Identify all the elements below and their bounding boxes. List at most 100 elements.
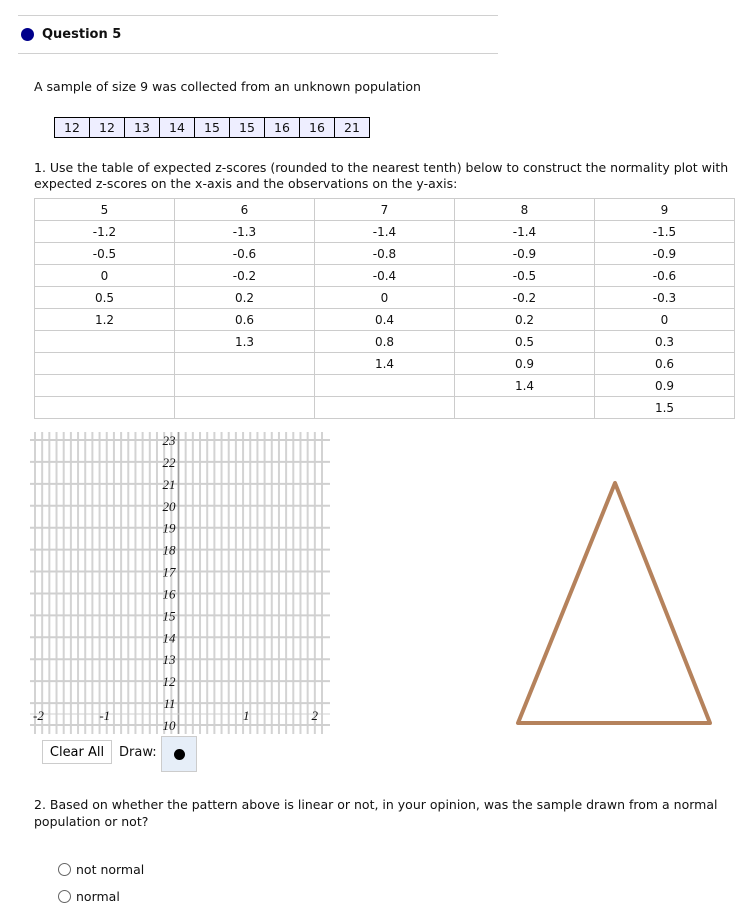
y-tick-label: 13 xyxy=(163,652,177,667)
table-cell: -0.6 xyxy=(174,242,315,265)
sample-value: 21 xyxy=(334,117,370,138)
table-cell: -0.2 xyxy=(174,264,315,287)
sample-value: 13 xyxy=(124,117,160,138)
table-cell: 0.3 xyxy=(594,330,735,353)
normality-plot-graph[interactable]: 1011121314151617181920212223-2 -1 1 2 xyxy=(30,432,330,734)
x-tick-label: -2 xyxy=(33,708,44,723)
y-tick-label: 11 xyxy=(163,696,175,711)
sample-value: 12 xyxy=(89,117,125,138)
table-cell: 1.4 xyxy=(454,374,595,397)
y-tick-label: 20 xyxy=(163,499,177,514)
y-tick-label: 12 xyxy=(163,674,177,689)
table-cell: -1.2 xyxy=(34,220,175,243)
table-row: 1.4 0.9 xyxy=(34,374,735,397)
table-cell xyxy=(314,374,455,397)
table-cell: 0.6 xyxy=(594,352,735,375)
y-tick-label: 22 xyxy=(163,455,177,470)
table-cell: 0.5 xyxy=(34,286,175,309)
draw-label: Draw: xyxy=(119,745,157,760)
table-cell xyxy=(174,352,315,375)
x-tick-label: -1 xyxy=(99,708,110,723)
table-cell xyxy=(34,352,175,375)
divider xyxy=(18,15,498,16)
option-label: normal xyxy=(76,889,120,904)
table-cell: -0.5 xyxy=(454,264,595,287)
x-tick-label: 1 xyxy=(243,708,250,723)
table-cell: -0.5 xyxy=(34,242,175,265)
table-cell: -0.4 xyxy=(314,264,455,287)
y-tick-label: 23 xyxy=(163,433,177,448)
table-cell: -0.3 xyxy=(594,286,735,309)
table-cell: 0.2 xyxy=(454,308,595,331)
table-cell: -1.3 xyxy=(174,220,315,243)
table-cell: 1.2 xyxy=(34,308,175,331)
part1-text: 1. Use the table of expected z-scores (r… xyxy=(34,160,729,191)
table-cell: 0.4 xyxy=(314,308,455,331)
table-row: 1.5 xyxy=(34,396,735,419)
clear-all-button[interactable]: Clear All xyxy=(42,740,112,764)
table-cell: 1.5 xyxy=(594,396,735,419)
table-row: 0.5 0.2 0 -0.2 -0.3 xyxy=(34,286,735,309)
column-header: 7 xyxy=(314,198,455,221)
table-cell: 0 xyxy=(314,286,455,309)
column-header: 8 xyxy=(454,198,595,221)
column-header: 6 xyxy=(174,198,315,221)
column-header: 5 xyxy=(34,198,175,221)
table-cell xyxy=(314,396,455,419)
table-cell xyxy=(174,396,315,419)
divider xyxy=(18,53,498,54)
y-tick-label: 14 xyxy=(163,630,177,645)
table-cell: 0.6 xyxy=(174,308,315,331)
table-row: 1.2 0.6 0.4 0.2 0 xyxy=(34,308,735,331)
column-header: 9 xyxy=(594,198,735,221)
draw-point-tool-button[interactable] xyxy=(161,736,197,772)
sample-value: 15 xyxy=(229,117,265,138)
sample-value: 16 xyxy=(299,117,335,138)
sample-value: 14 xyxy=(159,117,195,138)
radio-normal[interactable] xyxy=(58,890,71,903)
table-cell: -0.9 xyxy=(454,242,595,265)
x-tick-label: 2 xyxy=(312,708,319,723)
y-tick-label: 18 xyxy=(163,543,177,558)
part2-text: 2. Based on whether the pattern above is… xyxy=(34,797,718,829)
y-tick-label: 19 xyxy=(163,521,177,536)
sample-table: 12 12 13 14 15 15 16 16 21 xyxy=(54,117,370,138)
intro-text: A sample of size 9 was collected from an… xyxy=(34,79,421,94)
y-tick-label: 16 xyxy=(163,586,177,601)
table-cell: 0.8 xyxy=(314,330,455,353)
table-row: 1.3 0.8 0.5 0.3 xyxy=(34,330,735,353)
z-score-table: 5 6 7 8 9 -1.2 -1.3 -1.4 -1.4 -1.5 -0.5 -0.6 -0.8 -0.… xyxy=(34,198,735,419)
table-cell xyxy=(174,374,315,397)
question-title: Question 5 xyxy=(42,27,122,42)
table-cell: -0.9 xyxy=(594,242,735,265)
table-cell: 0 xyxy=(594,308,735,331)
table-cell xyxy=(34,330,175,353)
table-cell: -1.5 xyxy=(594,220,735,243)
table-cell xyxy=(34,374,175,397)
radio-not-normal[interactable] xyxy=(58,863,71,876)
table-cell: -0.6 xyxy=(594,264,735,287)
sample-value: 16 xyxy=(264,117,300,138)
option-label: not normal xyxy=(76,862,145,877)
table-cell xyxy=(454,396,595,419)
table-cell xyxy=(34,396,175,419)
sample-value: 15 xyxy=(194,117,230,138)
table-cell: 1.4 xyxy=(314,352,455,375)
table-cell: 0 xyxy=(34,264,175,287)
y-tick-label: 15 xyxy=(163,608,177,623)
table-cell: 0.5 xyxy=(454,330,595,353)
point-icon xyxy=(174,749,185,760)
table-cell: -1.4 xyxy=(454,220,595,243)
table-row: 0 -0.2 -0.4 -0.5 -0.6 xyxy=(34,264,735,287)
table-cell: 0.9 xyxy=(594,374,735,397)
table-row: 1.4 0.9 0.6 xyxy=(34,352,735,375)
question-status-icon xyxy=(21,28,34,41)
y-tick-label: 10 xyxy=(163,718,177,733)
y-tick-label: 21 xyxy=(163,477,176,492)
sample-value: 12 xyxy=(54,117,90,138)
table-cell: 1.3 xyxy=(174,330,315,353)
table-cell: -1.4 xyxy=(314,220,455,243)
table-cell: 0.9 xyxy=(454,352,595,375)
table-cell: -0.2 xyxy=(454,286,595,309)
table-cell: -0.8 xyxy=(314,242,455,265)
